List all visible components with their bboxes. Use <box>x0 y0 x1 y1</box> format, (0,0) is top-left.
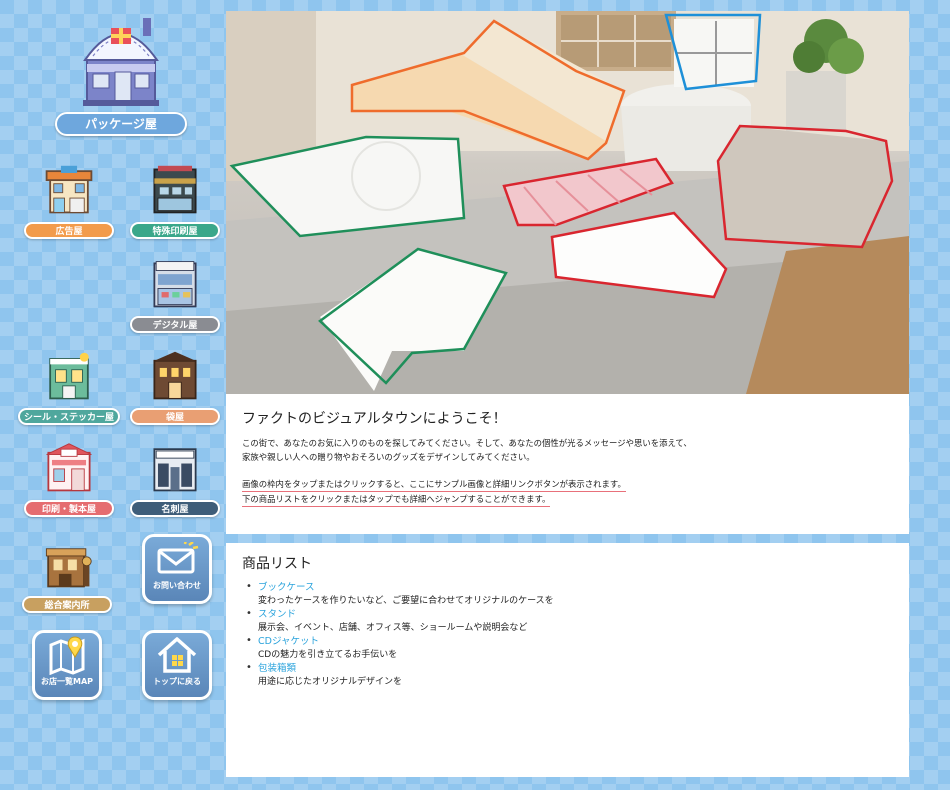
contact-button-label: お問い合わせ <box>153 581 201 590</box>
shop-printing-binding[interactable]: 印刷・製本屋 <box>24 442 114 517</box>
contact-button[interactable]: お問い合わせ <box>142 534 212 604</box>
welcome-text-line-1: この街で、あなたのお気に入りのものを探してみてください。そして、あなたの個性が光… <box>242 438 692 448</box>
product-link-cd-jacket[interactable]: CDジャケット <box>258 635 893 648</box>
home-icon <box>157 637 197 673</box>
welcome-text-line-2: 家族や親しい人への贈り物やおそろいのグッズをデザインしてみてください。 <box>242 452 535 462</box>
welcome-instruction-line-2: 下の商品リストをクリックまたはタップでも詳細へジャンプすることができます。 <box>242 492 551 507</box>
shop-business-card-label: 名刺屋 <box>130 500 220 517</box>
shop-digital[interactable]: デジタル屋 <box>130 258 220 333</box>
information-center-building-icon <box>45 548 92 588</box>
shop-printing-binding-label: 印刷・製本屋 <box>24 500 114 517</box>
product-link-packaging-box[interactable]: 包装箱類 <box>258 662 893 675</box>
sticker-shop-building-icon <box>49 352 89 400</box>
shop-bag-label: 袋屋 <box>130 408 220 425</box>
welcome-panel: ファクトのビジュアルタウンにようこそ！ この街で、あなたのお気に入りのものを探し… <box>226 394 909 534</box>
shop-map-button-label: お店一覧MAP <box>40 677 93 686</box>
shop-special-printing[interactable]: 特殊印刷屋 <box>130 164 220 239</box>
shop-special-printing-label: 特殊印刷屋 <box>130 222 220 239</box>
product-description: 展示会、イベント、店舗、オフィス等、ショールームや説明会など <box>258 623 528 633</box>
product-list-panel: 商品リスト ブックケース 変わったケースを作りたいなど、ご要望に合わせてオリジナ… <box>226 543 909 777</box>
sidebar: パッケージ屋 広告屋 特殊印刷屋 デジタル屋 シール・ステッカー屋 袋屋 印刷・… <box>0 0 226 790</box>
product-description: 変わったケースを作りたいなど、ご要望に合わせてオリジナルのケースを <box>258 596 554 606</box>
product-list-item: CDジャケット CDの魅力を引き立てるお手伝いを <box>246 635 893 662</box>
shop-map-button[interactable]: お店一覧MAP <box>32 630 102 700</box>
bag-shop-building-icon <box>153 351 197 400</box>
shop-sticker[interactable]: シール・ステッカー屋 <box>18 350 120 425</box>
shop-sticker-label: シール・ステッカー屋 <box>18 408 120 425</box>
shop-bag[interactable]: 袋屋 <box>130 350 220 425</box>
business-card-shop-building-icon <box>153 448 197 492</box>
envelope-icon <box>157 542 199 574</box>
digital-shop-building-icon <box>153 261 197 308</box>
shop-information[interactable]: 総合案内所 <box>22 538 112 613</box>
product-description: CDの魅力を引き立てるお手伝いを <box>258 650 398 660</box>
product-scene-illustration <box>226 11 909 394</box>
shop-advertising-label: 広告屋 <box>24 222 114 239</box>
hero-image <box>226 11 909 394</box>
product-list-item: スタンド 展示会、イベント、店舗、オフィス等、ショールームや説明会など <box>246 608 893 635</box>
printing-binding-shop-building-icon <box>46 443 92 492</box>
shop-advertising[interactable]: 広告屋 <box>24 164 114 239</box>
product-list: ブックケース 変わったケースを作りたいなど、ご要望に合わせてオリジナルのケースを… <box>246 581 893 689</box>
map-pin-icon <box>49 636 85 675</box>
product-list-item: 包装箱類 用途に応じたオリジナルデザインを <box>246 662 893 689</box>
product-list-item: ブックケース 変わったケースを作りたいなど、ご要望に合わせてオリジナルのケースを <box>246 581 893 608</box>
special-printing-shop-building-icon <box>153 165 197 214</box>
product-description: 用途に応じたオリジナルデザインを <box>258 677 403 687</box>
package-shop-building-icon <box>83 18 159 106</box>
welcome-instruction-line-1: 画像の枠内をタップまたはクリックすると、ここにサンプル画像と詳細リンクボタンが表… <box>242 477 626 492</box>
product-list-title: 商品リスト <box>242 556 312 572</box>
shop-package[interactable]: パッケージ屋 <box>55 12 187 136</box>
product-link-stand[interactable]: スタンド <box>258 608 893 621</box>
shop-package-label: パッケージ屋 <box>55 112 187 136</box>
welcome-title: ファクトのビジュアルタウンにようこそ！ <box>242 411 507 427</box>
product-link-book-case[interactable]: ブックケース <box>258 581 893 594</box>
back-to-top-button[interactable]: トップに戻る <box>142 630 212 700</box>
shop-digital-label: デジタル屋 <box>130 316 220 333</box>
shop-business-card[interactable]: 名刺屋 <box>130 442 220 517</box>
advertising-shop-building-icon <box>45 165 93 214</box>
shop-information-label: 総合案内所 <box>22 596 112 613</box>
back-to-top-button-label: トップに戻る <box>153 677 201 686</box>
